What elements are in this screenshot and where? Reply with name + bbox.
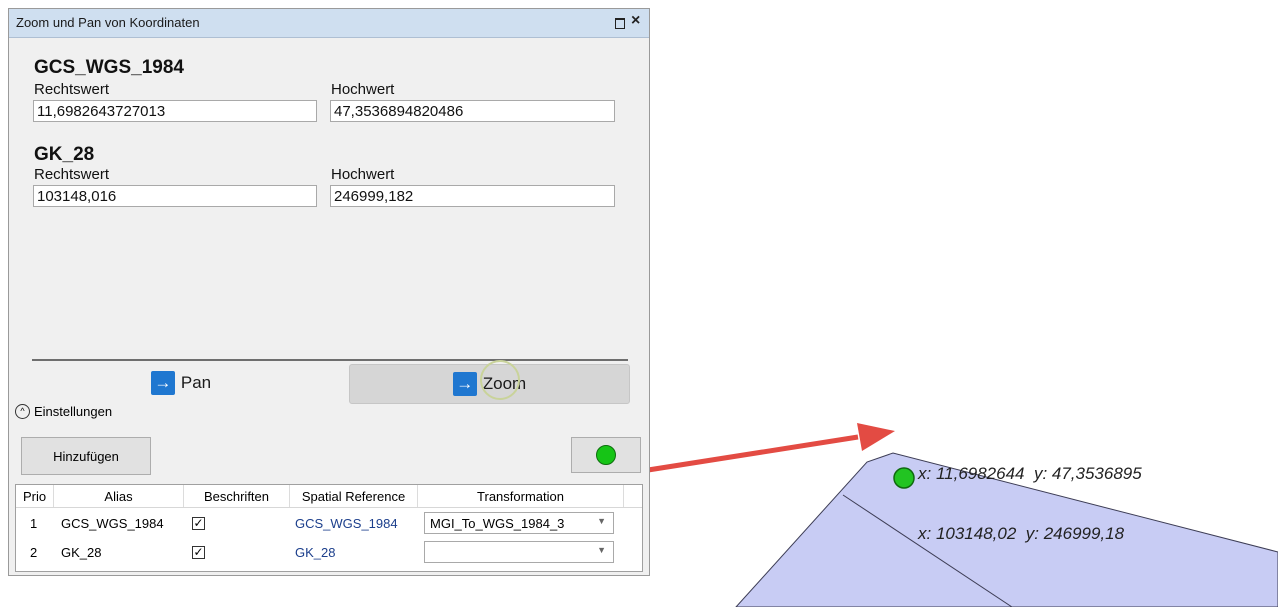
header-beschriften[interactable]: Beschriften [184, 485, 290, 507]
row-alias: GCS_WGS_1984 [61, 515, 164, 531]
dialog-titlebar[interactable]: Zoom und Pan von Koordinaten × [9, 9, 649, 38]
status-button[interactable] [571, 437, 641, 473]
table-row[interactable]: 2 GK_28 ✓ GK_28 ▼ [16, 538, 642, 566]
chevron-down-icon: ▼ [597, 545, 606, 555]
divider [32, 359, 628, 361]
transformation-select[interactable]: MGI_To_WGS_1984_3 ▼ [424, 509, 614, 537]
pan-button[interactable]: → Pan [35, 364, 327, 402]
wgs84-east-label: Rechtswert [34, 81, 110, 98]
arrow-right-icon: → [452, 372, 477, 396]
arrow-right-icon: → [150, 371, 175, 395]
status-light-icon [596, 445, 616, 465]
row-spatial-reference-link[interactable]: GK_28 [295, 538, 335, 566]
row-prio: 2 [30, 544, 38, 560]
label-checkbox[interactable]: ✓ [192, 538, 205, 566]
gk28-east-label: Rechtswert [34, 166, 110, 183]
close-icon[interactable]: × [631, 12, 640, 30]
transformation-select[interactable]: ▼ [424, 538, 614, 566]
header-spatial-reference[interactable]: Spatial Reference [290, 485, 418, 507]
row-alias: GK_28 [61, 544, 102, 560]
wgs84-north-label: Hochwert [331, 81, 395, 98]
row-prio: 1 [30, 515, 38, 531]
map-coordinate-line-2: x: 103148,02 y: 246999,18 [918, 524, 1125, 543]
system-title-gk28: GK_28 [34, 144, 95, 165]
map-coordinate-label: x: 11,6982644 y: 47,3536895 x: 103148,02… [918, 424, 1142, 564]
checkbox-checked-icon: ✓ [192, 545, 205, 559]
settings-label: Einstellungen [34, 404, 113, 419]
wgs84-east-input[interactable] [33, 100, 317, 122]
zoom-pan-dialog: Zoom und Pan von Koordinaten × GCS_WGS_1… [8, 8, 650, 576]
row-spatial-reference-link[interactable]: GCS_WGS_1984 [295, 509, 398, 537]
table-row[interactable]: 1 GCS_WGS_1984 ✓ GCS_WGS_1984 MGI_To_WGS… [16, 509, 642, 537]
map-point[interactable] [893, 467, 915, 489]
checkbox-checked-icon: ✓ [192, 516, 205, 530]
gk28-north-input[interactable] [330, 185, 615, 207]
cursor-highlight-ring [480, 360, 520, 400]
spatial-reference-grid: Prio Alias Beschriften Spatial Reference… [15, 484, 643, 572]
collapse-icon: ^ [15, 404, 30, 419]
label-checkbox[interactable]: ✓ [192, 509, 205, 537]
pan-button-label: Pan [180, 373, 212, 392]
add-button[interactable]: Hinzufügen [21, 437, 151, 475]
gk28-east-input[interactable] [33, 185, 317, 207]
transformation-value: MGI_To_WGS_1984_3 [430, 515, 565, 531]
settings-toggle[interactable]: ^ Einstellungen [15, 404, 112, 419]
restore-icon[interactable] [615, 18, 625, 29]
header-alias[interactable]: Alias [54, 485, 184, 507]
annotation-arrow-head-right [857, 423, 895, 451]
system-title-wgs84: GCS_WGS_1984 [34, 57, 184, 78]
gk28-north-label: Hochwert [331, 166, 395, 183]
header-transformation[interactable]: Transformation [418, 485, 624, 507]
dialog-title: Zoom und Pan von Koordinaten [16, 15, 200, 30]
map-coordinate-line-1: x: 11,6982644 y: 47,3536895 [918, 464, 1142, 483]
grid-header: Prio Alias Beschriften Spatial Reference… [16, 485, 642, 508]
chevron-down-icon: ▼ [597, 516, 606, 526]
wgs84-north-input[interactable] [330, 100, 615, 122]
header-prio[interactable]: Prio [16, 485, 54, 507]
